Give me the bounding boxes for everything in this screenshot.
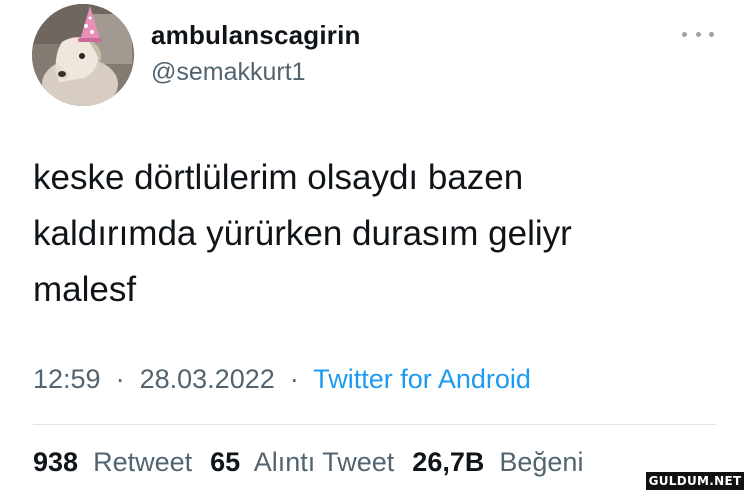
- tweet-date[interactable]: 28.03.2022: [140, 364, 275, 394]
- meta-separator: ·: [108, 364, 133, 394]
- retweets-stat[interactable]: 938 Retweet: [33, 447, 192, 478]
- likes-label: Beğeni: [491, 447, 584, 477]
- user-handle[interactable]: @semakkurt1: [151, 58, 306, 87]
- dog-avatar-image: [32, 4, 134, 106]
- more-dot: [695, 31, 701, 37]
- likes-stat[interactable]: 26,7B Beğeni: [412, 447, 583, 478]
- quotes-stat[interactable]: 65 Alıntı Tweet: [210, 447, 394, 478]
- quotes-count: 65: [210, 447, 241, 477]
- more-dot: [709, 31, 714, 37]
- engagement-stats: 938 Retweet 65 Alıntı Tweet 26,7B Beğeni: [33, 447, 583, 478]
- likes-count: 26,7B: [412, 447, 485, 477]
- retweets-count: 938: [33, 447, 79, 477]
- more-dot: [682, 31, 687, 37]
- retweets-label: Retweet: [85, 447, 193, 477]
- avatar[interactable]: [32, 4, 134, 106]
- tweet-source-link[interactable]: Twitter for Android: [313, 364, 531, 394]
- tweet-meta: 12:59 · 28.03.2022 · Twitter for Android: [33, 364, 531, 395]
- more-options-icon[interactable]: [682, 24, 714, 44]
- meta-separator: ·: [282, 364, 307, 394]
- tweet-time[interactable]: 12:59: [33, 364, 101, 394]
- tweet-text: keske dörtlülerim olsaydı bazen kaldırım…: [33, 150, 723, 318]
- watermark-logo: GULDUM.NET: [646, 472, 744, 490]
- tweet-text-line: malesf: [33, 270, 137, 309]
- divider: [33, 424, 716, 425]
- tweet-card: ambulanscagirin @semakkurt1 keske dörtlü…: [0, 0, 748, 493]
- display-name[interactable]: ambulanscagirin: [151, 20, 361, 51]
- tweet-text-line: kaldırımda yürürken durasım geliyr: [33, 214, 572, 253]
- tweet-text-line: keske dörtlülerim olsaydı bazen: [33, 158, 524, 197]
- quotes-label: Alıntı Tweet: [247, 447, 395, 477]
